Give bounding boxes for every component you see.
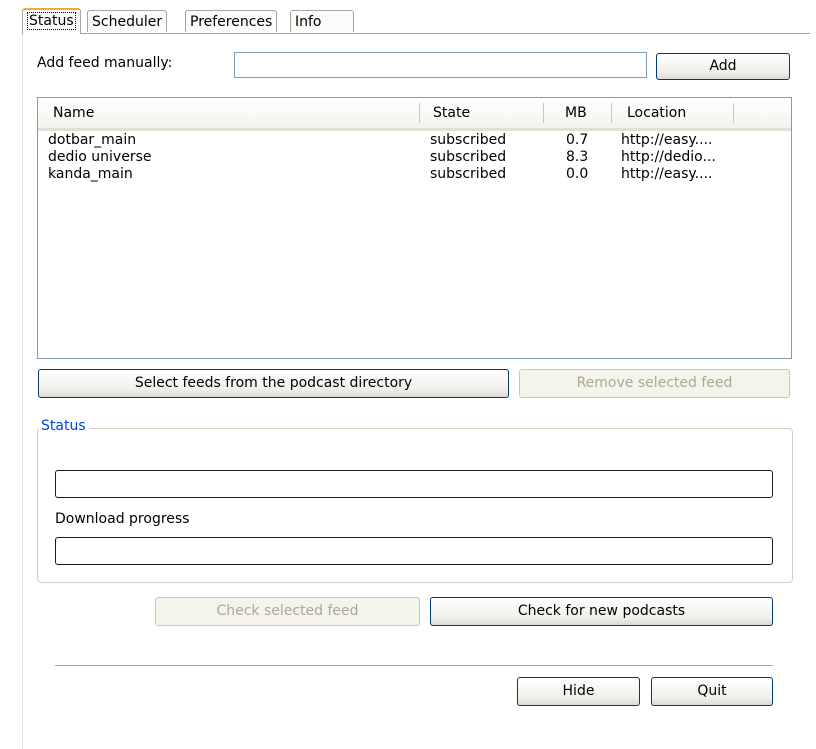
feed-mb: 0.0	[566, 166, 589, 182]
tab-preferences[interactable]: Preferences	[185, 10, 278, 32]
bottom-divider	[55, 665, 773, 667]
check-selected-feed-button[interactable]: Check selected feed	[155, 597, 420, 626]
add-feed-input[interactable]	[234, 52, 647, 78]
feed-state: subscribed	[430, 132, 507, 148]
column-separator[interactable]	[611, 103, 612, 123]
column-separator[interactable]	[733, 103, 734, 123]
feeds-list[interactable]: Name State MB Location dotbar_main subsc…	[37, 97, 792, 359]
feed-name: dotbar_main	[48, 132, 137, 148]
feed-location: http://easy....	[621, 132, 713, 148]
status-field	[55, 470, 773, 498]
main-window: Status Scheduler Preferences Info Add fe…	[0, 0, 816, 749]
add-button[interactable]: Add	[656, 53, 790, 80]
feed-state: subscribed	[430, 166, 507, 182]
feed-name: kanda_main	[48, 166, 133, 182]
status-group-title: Status	[39, 418, 90, 434]
column-separator[interactable]	[543, 103, 544, 123]
feed-location: http://dedio...	[621, 149, 716, 165]
remove-selected-feed-button[interactable]: Remove selected feed	[519, 369, 790, 398]
tab-info[interactable]: Info	[290, 10, 354, 32]
column-header-location[interactable]: Location	[627, 105, 686, 121]
tab-status-label: Status	[27, 12, 76, 30]
download-progress-bar	[55, 537, 773, 565]
hide-button[interactable]: Hide	[517, 677, 640, 706]
select-from-directory-button[interactable]: Select feeds from the podcast directory	[38, 369, 509, 398]
feed-location: http://easy....	[621, 166, 713, 182]
column-header-state[interactable]: State	[433, 105, 470, 121]
tab-status[interactable]: Status	[22, 8, 81, 34]
feed-state: subscribed	[430, 149, 507, 165]
quit-button[interactable]: Quit	[651, 677, 773, 706]
feed-mb: 8.3	[566, 149, 589, 165]
tab-scheduler-label: Scheduler	[92, 14, 163, 30]
add-feed-label: Add feed manually:	[37, 55, 173, 71]
tab-info-label: Info	[295, 14, 322, 30]
tab-preferences-label: Preferences	[190, 14, 273, 30]
tab-scheduler[interactable]: Scheduler	[87, 10, 168, 32]
download-progress-label: Download progress	[55, 511, 190, 527]
column-header-mb[interactable]: MB	[565, 105, 587, 121]
feeds-list-header: Name State MB Location	[38, 98, 791, 131]
column-header-name[interactable]: Name	[53, 105, 94, 121]
feed-name: dedio universe	[48, 149, 152, 165]
column-separator[interactable]	[419, 103, 420, 123]
feed-mb: 0.7	[566, 132, 589, 148]
check-new-podcasts-button[interactable]: Check for new podcasts	[430, 597, 773, 626]
